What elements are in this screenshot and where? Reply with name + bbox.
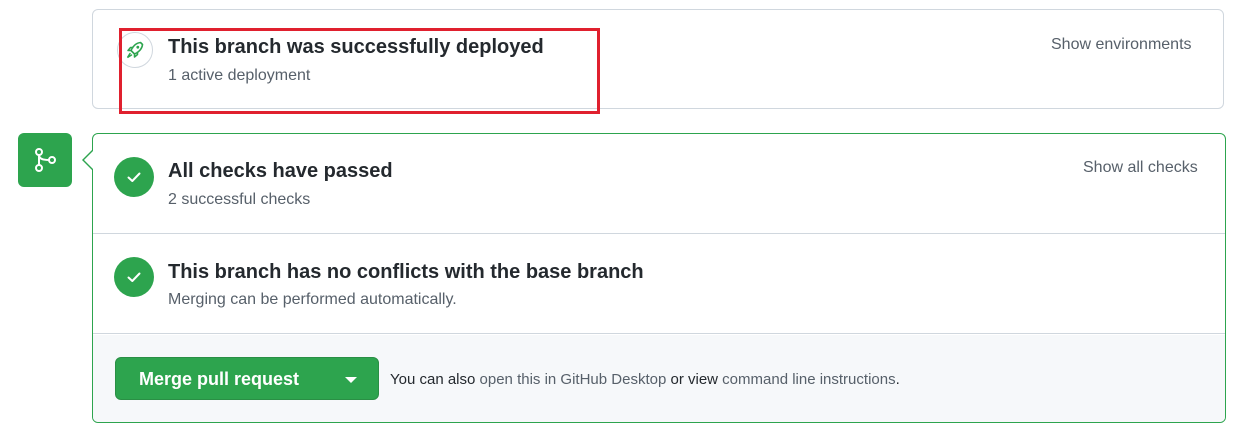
merge-pull-request-button[interactable]: Merge pull request: [115, 357, 379, 400]
show-environments-link[interactable]: Show environments: [1051, 36, 1192, 54]
show-all-checks-link[interactable]: Show all checks: [1083, 159, 1198, 177]
deployment-title: This branch was successfully deployed: [168, 36, 544, 58]
checks-title: All checks have passed: [168, 160, 393, 182]
deployment-panel: [92, 9, 1224, 109]
conflicts-subtitle: Merging can be performed automatically.: [168, 291, 457, 308]
chevron-down-icon[interactable]: [345, 377, 357, 383]
panel-pointer-fill: [84, 151, 93, 169]
checks-subtitle: 2 successful checks: [168, 191, 311, 208]
merge-button-label: Merge pull request: [139, 369, 300, 389]
git-merge-icon: [18, 133, 72, 187]
merge-status-page: This branch was successfully deployed 1 …: [0, 0, 1238, 439]
also-prefix: You can also: [390, 371, 480, 388]
or-view-text: or view: [666, 371, 723, 388]
command-line-instructions-link[interactable]: command line instructions: [722, 371, 895, 388]
checks-section: [93, 134, 1225, 234]
check-icon: [114, 157, 154, 197]
conflicts-section: [93, 235, 1225, 334]
rocket-icon: [117, 32, 153, 68]
github-desktop-link[interactable]: open this in GitHub Desktop: [480, 371, 667, 388]
conflicts-title: This branch has no conflicts with the ba…: [168, 261, 644, 283]
merge-alternatives-text: You can also open this in GitHub Desktop…: [390, 371, 900, 388]
check-icon: [114, 257, 154, 297]
deployment-subtitle: 1 active deployment: [168, 67, 311, 84]
period-text: .: [895, 371, 900, 388]
